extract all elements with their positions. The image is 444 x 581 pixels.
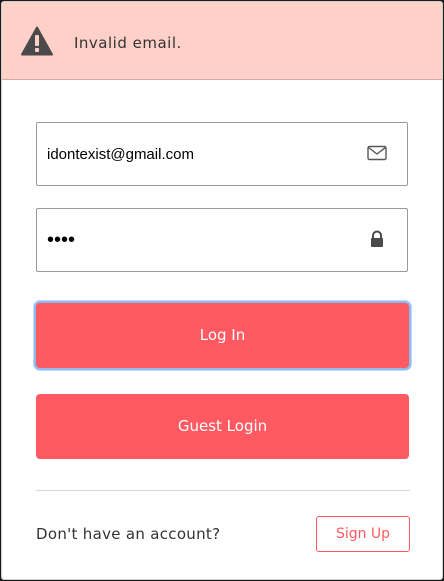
- email-field[interactable]: [36, 122, 408, 186]
- lock-icon: [371, 230, 383, 247]
- envelope-icon: [367, 145, 387, 161]
- signup-button[interactable]: Sign Up: [316, 516, 410, 552]
- guest-login-button[interactable]: Guest Login: [36, 394, 409, 459]
- warning-icon: [21, 26, 53, 56]
- divider: [36, 490, 410, 491]
- alert-message: Invalid email.: [74, 34, 182, 52]
- login-modal: Invalid email. Log In Guest Login Don't …: [1, 1, 443, 580]
- error-alert: Invalid email.: [2, 2, 442, 80]
- password-input[interactable]: [47, 209, 357, 271]
- password-field[interactable]: [36, 208, 408, 272]
- no-account-text: Don't have an account?: [36, 525, 221, 543]
- email-input[interactable]: [47, 123, 357, 185]
- login-button[interactable]: Log In: [36, 303, 409, 368]
